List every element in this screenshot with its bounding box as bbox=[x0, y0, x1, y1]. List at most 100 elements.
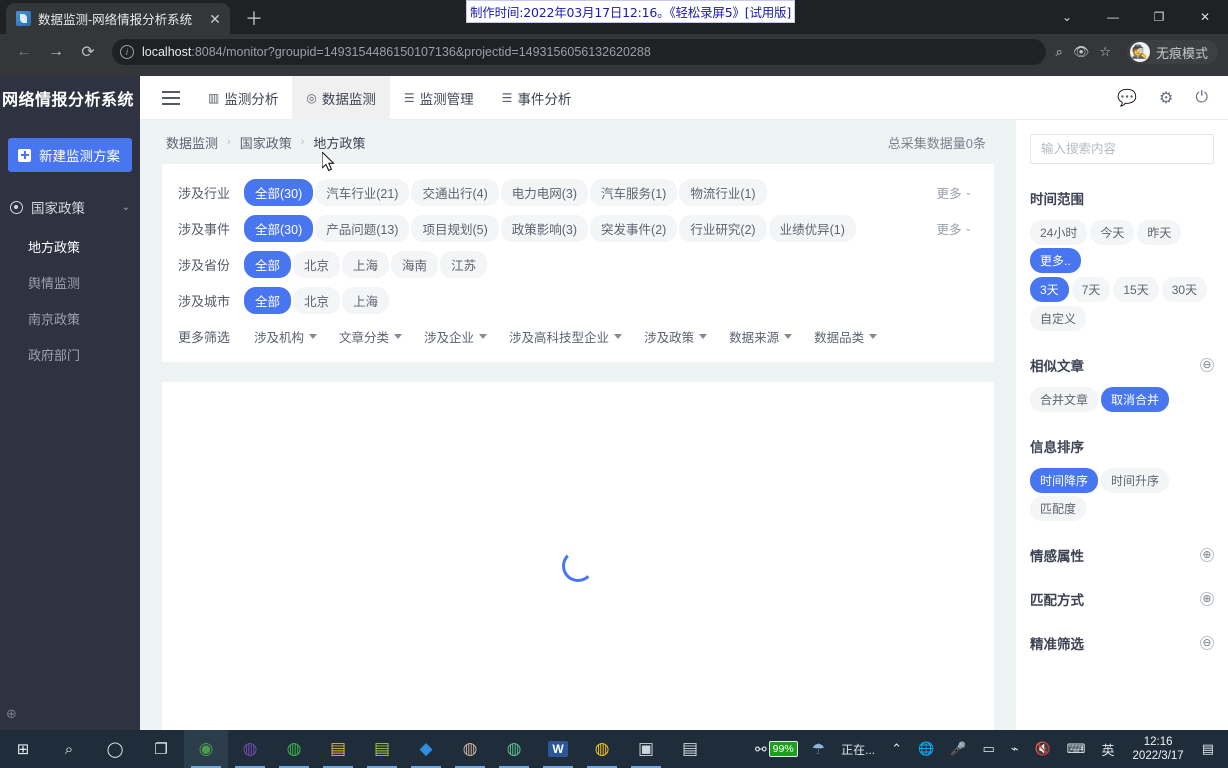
incognito-indicator[interactable]: 🕵 无痕模式 bbox=[1126, 40, 1218, 64]
cortana-icon[interactable]: ◯ bbox=[92, 730, 138, 768]
taskbar-app-dingtalk[interactable]: ◆ bbox=[404, 730, 448, 768]
dropdown-数据品类[interactable]: 数据品类 bbox=[804, 323, 887, 350]
umbrella-icon[interactable]: ☂ bbox=[804, 740, 833, 758]
similar-pill[interactable]: 合并文章 bbox=[1030, 387, 1099, 412]
plus-circle-icon[interactable]: ⊕ bbox=[1200, 592, 1214, 606]
dropdown-数据来源[interactable]: 数据来源 bbox=[719, 323, 802, 350]
ime-icon[interactable]: 英 bbox=[1094, 740, 1123, 759]
time-pill[interactable]: 昨天 bbox=[1137, 220, 1182, 245]
filter-chip[interactable]: 北京 bbox=[293, 250, 341, 278]
section-title-匹配方式[interactable]: 匹配方式 ⊕ bbox=[1030, 589, 1214, 609]
dropdown-涉及机构[interactable]: 涉及机构 bbox=[244, 323, 327, 350]
time-pill[interactable]: 更多.. bbox=[1030, 248, 1081, 273]
microphone-icon[interactable]: 🎤 bbox=[942, 741, 974, 757]
taskbar-search-icon[interactable]: ⌕ bbox=[46, 730, 92, 768]
sidebar-collapse-icon[interactable]: ⊕ bbox=[6, 706, 17, 722]
notification-center-icon[interactable]: ▤ bbox=[1194, 741, 1222, 757]
tab-事件分析[interactable]: ☰ 事件分析 bbox=[488, 76, 586, 120]
bookmark-star-icon[interactable]: ☆ bbox=[1099, 44, 1111, 60]
sidebar-item-南京政策[interactable]: 南京政策 bbox=[0, 300, 140, 336]
time-pill[interactable]: 3天 bbox=[1030, 277, 1069, 302]
forward-button[interactable]: → bbox=[42, 38, 70, 66]
search-icon[interactable]: ⌕ bbox=[1056, 44, 1063, 60]
address-bar[interactable]: i localhost:8084/monitor?groupid=1493154… bbox=[112, 39, 1046, 65]
tab-数据监测[interactable]: ◎ 数据监测 bbox=[292, 75, 390, 120]
taskbar-app-browser-alt[interactable]: ◍ bbox=[228, 730, 272, 768]
filter-chip[interactable]: 产品问题(13) bbox=[315, 214, 410, 242]
filter-chip[interactable]: 全部 bbox=[244, 250, 292, 278]
reload-button[interactable]: ⟳ bbox=[74, 38, 102, 66]
filter-chip[interactable]: 汽车服务(1) bbox=[590, 178, 678, 206]
taskbar-clock[interactable]: 12:16 2022/3/17 bbox=[1123, 735, 1194, 763]
time-pill[interactable]: 7天 bbox=[1071, 277, 1111, 302]
filter-chip[interactable]: 政策影响(3) bbox=[500, 214, 589, 242]
sort-pill[interactable]: 时间降序 bbox=[1030, 468, 1099, 493]
sort-pill[interactable]: 时间升序 bbox=[1101, 468, 1170, 493]
filter-chip[interactable]: 上海 bbox=[342, 250, 390, 278]
filter-chip[interactable]: 上海 bbox=[342, 286, 390, 314]
filter-chip[interactable]: 行业研究(2) bbox=[679, 214, 767, 242]
filter-chip[interactable]: 突发事件(2) bbox=[590, 214, 678, 242]
start-button[interactable]: ⊞ bbox=[0, 730, 46, 768]
sidebar-item-舆情监测[interactable]: 舆情监测 bbox=[0, 264, 140, 300]
taskbar-app-screen[interactable]: ▣ bbox=[624, 730, 668, 768]
filter-chip[interactable]: 北京 bbox=[293, 286, 341, 314]
dropdown-涉及政策[interactable]: 涉及政策 bbox=[634, 323, 717, 350]
filter-chip[interactable]: 全部(30) bbox=[244, 214, 314, 242]
search-input[interactable] bbox=[1041, 142, 1203, 156]
chat-icon[interactable]: 💬 bbox=[1117, 88, 1137, 108]
filter-chip[interactable]: 物流行业(1) bbox=[679, 178, 767, 206]
wifi-icon[interactable]: ⌁ bbox=[1003, 741, 1027, 757]
filter-chip[interactable]: 海南 bbox=[391, 250, 439, 278]
time-pill-custom[interactable]: 自定义 bbox=[1030, 306, 1087, 331]
filter-chip[interactable]: 江苏 bbox=[440, 250, 488, 278]
taskbar-app-wechat[interactable]: ◍ bbox=[272, 730, 316, 768]
filter-chip[interactable]: 电力电网(3) bbox=[500, 178, 589, 206]
filter-chip[interactable]: 项目规划(5) bbox=[411, 214, 499, 242]
breadcrumb-item-current[interactable]: 地方政策 bbox=[313, 133, 365, 152]
power-icon[interactable]: ⏻ bbox=[1195, 89, 1208, 107]
taskbar-app-notepad[interactable]: ▤ bbox=[360, 730, 404, 768]
eye-slash-icon[interactable]: 👁 bbox=[1073, 44, 1090, 60]
similar-pill[interactable]: 取消合并 bbox=[1101, 387, 1170, 412]
filter-more-toggle[interactable]: 更多 ⌄ bbox=[936, 183, 972, 202]
minus-circle-icon[interactable]: ⊖ bbox=[1200, 358, 1214, 372]
battery-indicator[interactable]: ⚯ 99% bbox=[749, 741, 804, 758]
plus-circle-icon[interactable]: ⊕ bbox=[1200, 548, 1214, 562]
chevron-down-icon[interactable]: ⌄ bbox=[122, 202, 130, 213]
time-pill[interactable]: 24小时 bbox=[1030, 220, 1088, 245]
taskbar-app-chrome[interactable]: ◉ bbox=[184, 730, 228, 768]
dropdown-文章分类[interactable]: 文章分类 bbox=[329, 323, 412, 350]
sidebar-group-国家政策[interactable]: 国家政策 ⌄ bbox=[0, 186, 140, 228]
battery-tray-icon[interactable]: ▭ bbox=[974, 741, 1002, 757]
section-title-精准筛选[interactable]: 精准筛选 ⊖ bbox=[1030, 633, 1214, 653]
sidebar-item-地方政策[interactable]: 地方政策 bbox=[0, 228, 140, 264]
time-pill[interactable]: 今天 bbox=[1090, 220, 1135, 245]
keyboard-icon[interactable]: ⌨ bbox=[1059, 741, 1094, 757]
new-tab-button[interactable]: ＋ bbox=[240, 4, 268, 32]
section-title-情感属性[interactable]: 情感属性 ⊕ bbox=[1030, 545, 1214, 565]
window-close-button[interactable]: ✕ bbox=[1182, 0, 1228, 34]
taskbar-app-file-explorer[interactable]: ▤ bbox=[316, 730, 360, 768]
minimize-button[interactable]: — bbox=[1090, 0, 1136, 34]
new-monitor-plan-button[interactable]: 新建监测方案 bbox=[8, 138, 132, 172]
browser-tab[interactable]: 数据监测-网络情报分析系统 ✕ bbox=[6, 3, 230, 34]
taskbar-app-sogou[interactable]: ◍ bbox=[580, 730, 624, 768]
dropdown-涉及高科技型企业[interactable]: 涉及高科技型企业 bbox=[499, 323, 632, 350]
time-pill[interactable]: 30天 bbox=[1161, 277, 1208, 302]
filter-chip[interactable]: 业绩优异(1) bbox=[768, 214, 856, 242]
hamburger-icon[interactable] bbox=[148, 76, 194, 120]
filter-chip[interactable]: 交通出行(4) bbox=[411, 178, 499, 206]
tab-监测管理[interactable]: ☰ 监测管理 bbox=[390, 76, 488, 120]
dropdown-涉及企业[interactable]: 涉及企业 bbox=[414, 323, 497, 350]
taskbar-app-recorder[interactable]: ▤ bbox=[668, 730, 712, 768]
sidebar-item-政府部门[interactable]: 政府部门 bbox=[0, 336, 140, 372]
search-box[interactable] bbox=[1030, 134, 1214, 164]
close-icon[interactable]: ✕ bbox=[206, 10, 224, 28]
volume-muted-icon[interactable]: 🔇 bbox=[1027, 741, 1059, 757]
chevron-down-icon[interactable]: ⌄ bbox=[1044, 0, 1090, 34]
filter-chip[interactable]: 汽车行业(21) bbox=[315, 178, 410, 206]
time-pill[interactable]: 15天 bbox=[1113, 277, 1159, 302]
sort-pill[interactable]: 匹配度 bbox=[1030, 496, 1087, 521]
globe-icon[interactable]: 🌐 bbox=[910, 741, 942, 757]
